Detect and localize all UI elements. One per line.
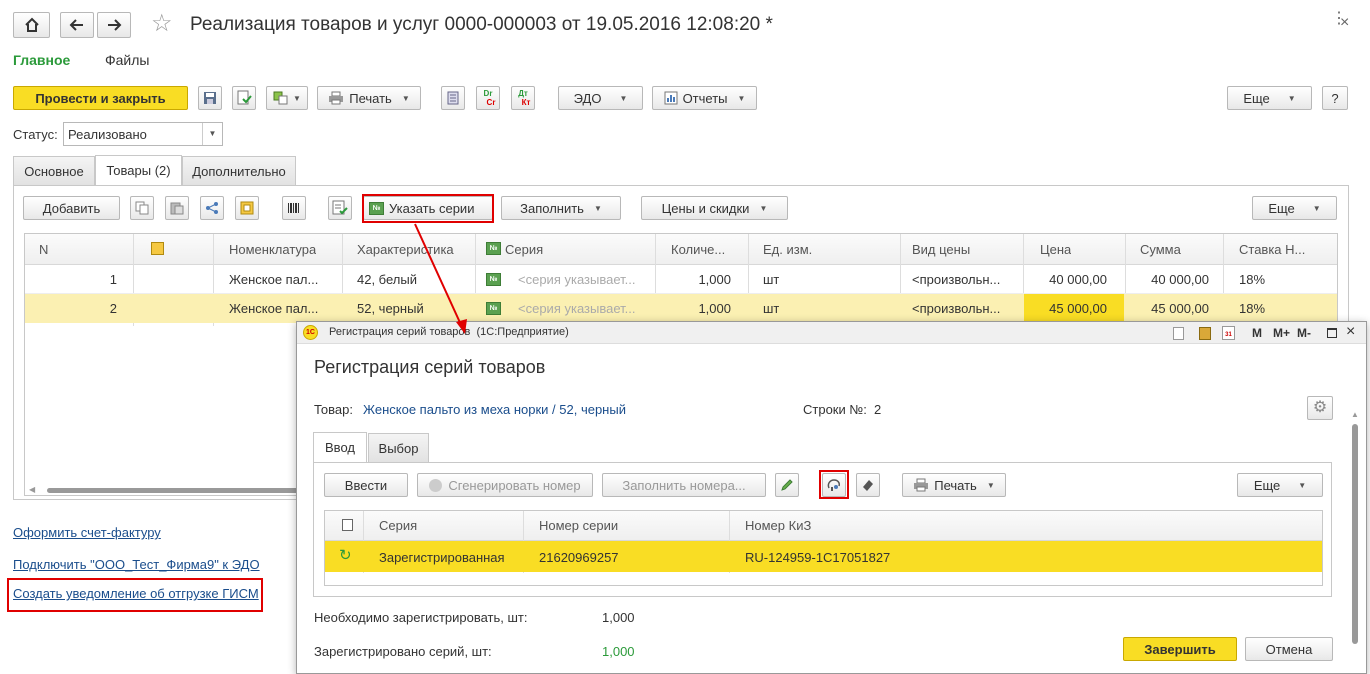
pointer-arrow [414, 223, 467, 334]
